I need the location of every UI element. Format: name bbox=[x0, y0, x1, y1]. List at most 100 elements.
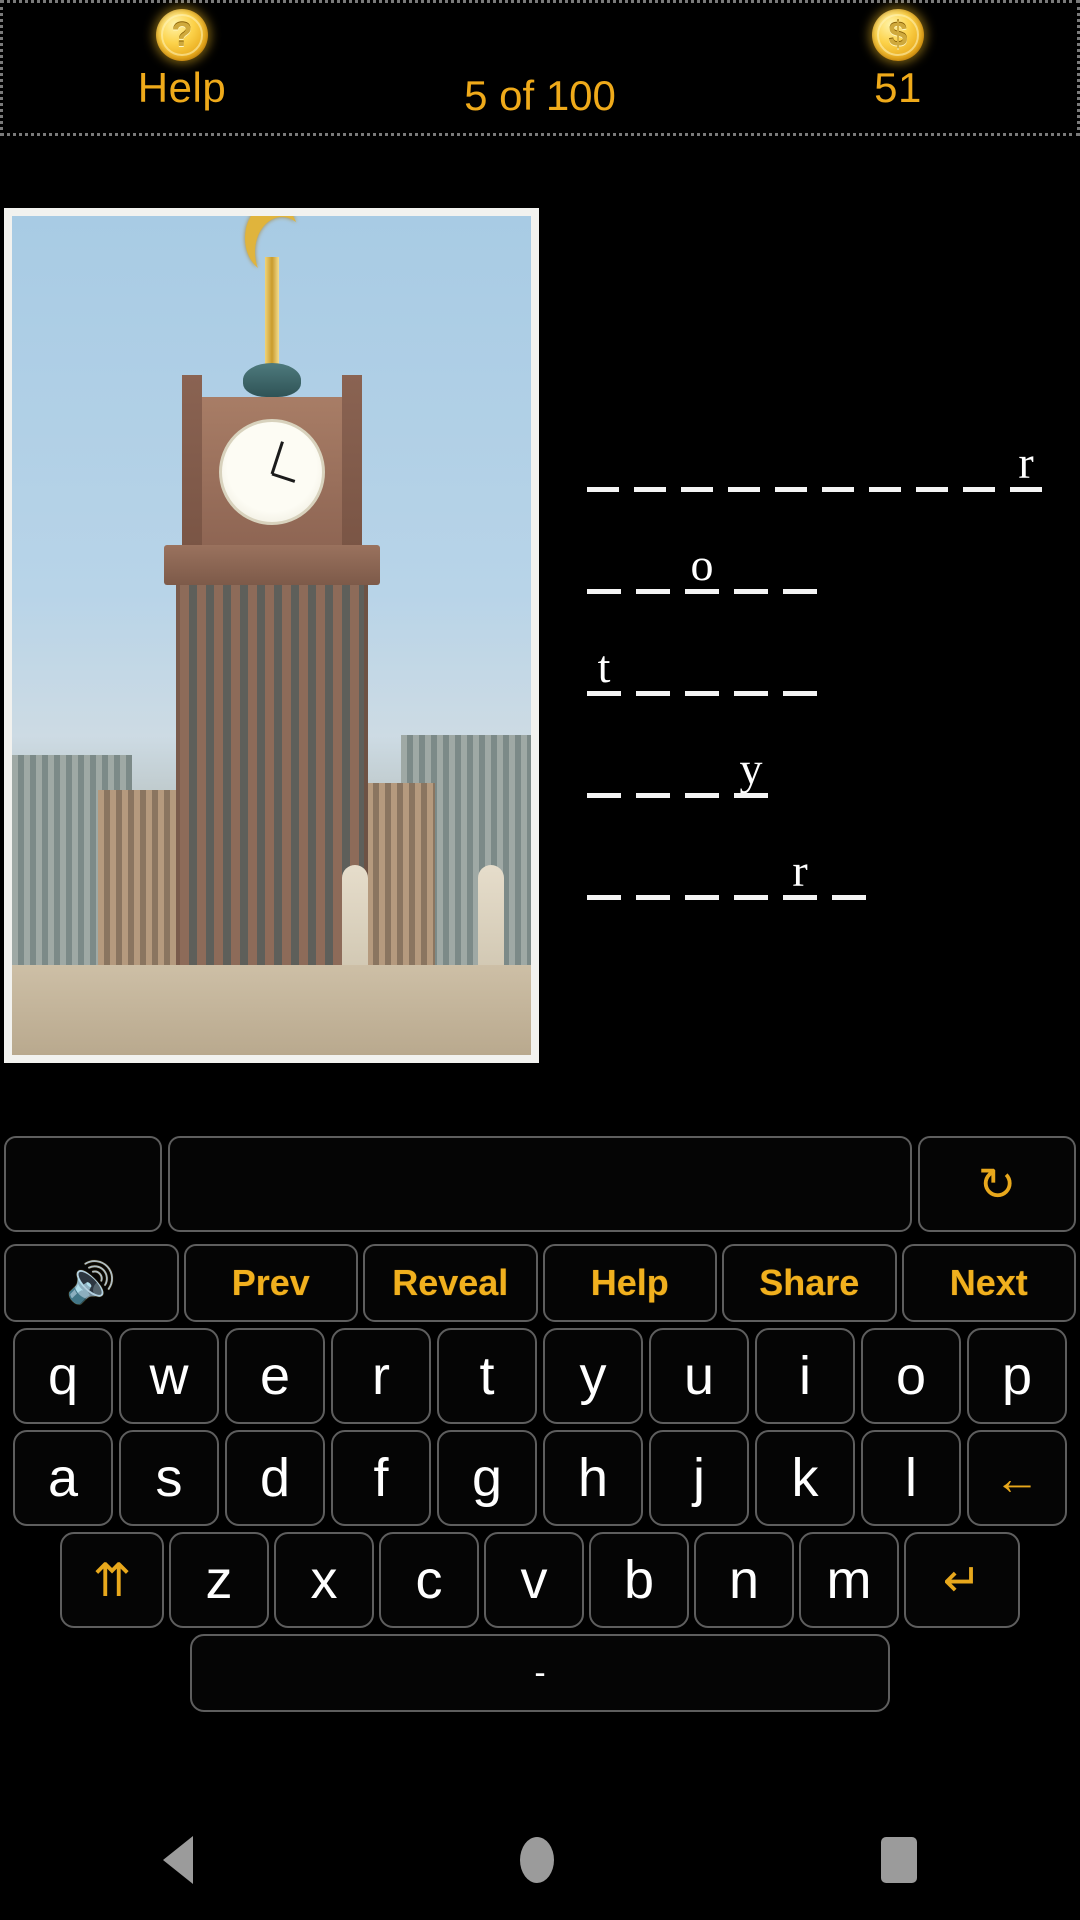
key-e[interactable]: e bbox=[225, 1328, 325, 1424]
letter-slot: r bbox=[1008, 430, 1044, 492]
puzzle-image: الله bbox=[12, 216, 531, 1055]
dollar-coin-glyph: $ bbox=[888, 16, 908, 54]
letter-slot bbox=[585, 838, 623, 900]
letter-slot bbox=[732, 634, 770, 696]
coin-balance-item[interactable]: $ 51 bbox=[719, 3, 1077, 133]
progress-text: 5 of 100 bbox=[464, 72, 616, 119]
key-n[interactable]: n bbox=[694, 1532, 794, 1628]
app-screen: ? Help 5 of 100 $ 51 r o t y r ↻ 🔊 Prev … bbox=[0, 0, 1080, 1920]
letter-slot bbox=[683, 838, 721, 900]
puzzle-image-frame[interactable]: الله bbox=[4, 208, 539, 1063]
action-button-sound[interactable]: 🔊 bbox=[4, 1244, 179, 1322]
home-icon[interactable] bbox=[519, 1837, 554, 1883]
action-button-prev[interactable]: Prev bbox=[183, 1244, 358, 1322]
key-c[interactable]: c bbox=[379, 1532, 479, 1628]
word-blanks: rotyr bbox=[585, 426, 1055, 936]
speaker-icon: 🔊 bbox=[66, 1261, 117, 1305]
key-w[interactable]: w bbox=[119, 1328, 219, 1424]
key-y[interactable]: y bbox=[543, 1328, 643, 1424]
action-button-label: Next bbox=[949, 1262, 1028, 1303]
letter-slot bbox=[683, 736, 721, 798]
letter-slot bbox=[683, 634, 721, 696]
key-i[interactable]: i bbox=[755, 1328, 855, 1424]
key-t[interactable]: t bbox=[437, 1328, 537, 1424]
key-b[interactable]: b bbox=[589, 1532, 689, 1628]
letter-slot bbox=[585, 430, 621, 492]
help-header-item[interactable]: ? Help bbox=[3, 3, 361, 133]
answer-row: ↻ bbox=[4, 1136, 1076, 1232]
backspace-icon[interactable]: ← bbox=[967, 1430, 1067, 1526]
question-coin-glyph: ? bbox=[171, 16, 193, 54]
question-coin-icon: ? bbox=[156, 9, 208, 61]
key-g[interactable]: g bbox=[437, 1430, 537, 1526]
letter-slot bbox=[732, 532, 770, 594]
action-button-next[interactable]: Next bbox=[901, 1244, 1076, 1322]
word-line: o bbox=[585, 528, 1055, 594]
letter-slot bbox=[634, 634, 672, 696]
play-area: الله rotyr bbox=[0, 136, 1080, 1106]
shift-icon[interactable]: ⇈ bbox=[60, 1532, 164, 1628]
recent-apps-icon[interactable] bbox=[880, 1837, 917, 1883]
word-line: t bbox=[585, 630, 1055, 696]
revealed-letter: t bbox=[597, 641, 611, 692]
key-space[interactable]: - bbox=[190, 1634, 890, 1712]
keyboard-row-2: a s d f g h j k l ← bbox=[0, 1430, 1080, 1526]
key-z[interactable]: z bbox=[169, 1532, 269, 1628]
refresh-icon[interactable]: ↻ bbox=[918, 1136, 1076, 1232]
key-l[interactable]: l bbox=[861, 1430, 961, 1526]
key-x[interactable]: x bbox=[274, 1532, 374, 1628]
word-line: r bbox=[585, 834, 1055, 900]
key-r[interactable]: r bbox=[331, 1328, 431, 1424]
letter-slot bbox=[773, 430, 809, 492]
action-button-share[interactable]: Share bbox=[722, 1244, 897, 1322]
letter-slot bbox=[867, 430, 903, 492]
word-line: y bbox=[585, 732, 1055, 798]
key-p[interactable]: p bbox=[967, 1328, 1067, 1424]
enter-icon[interactable]: ↵ bbox=[904, 1532, 1020, 1628]
key-k[interactable]: k bbox=[755, 1430, 855, 1526]
android-navigation-bar bbox=[0, 1800, 1080, 1920]
letter-slot: r bbox=[781, 838, 819, 900]
keyboard-row-4: - bbox=[0, 1634, 1080, 1712]
letter-slot bbox=[634, 532, 672, 594]
revealed-letter: y bbox=[739, 743, 763, 794]
revealed-letter: r bbox=[792, 845, 808, 896]
letter-slot bbox=[585, 532, 623, 594]
revealed-letter: r bbox=[1018, 437, 1034, 488]
action-button-label: Prev bbox=[231, 1262, 310, 1303]
letter-slot bbox=[914, 430, 950, 492]
action-button-row: 🔊 Prev Reveal Help Share Next bbox=[4, 1244, 1076, 1322]
keyboard-row-3: ⇈ z x c v b n m ↵ bbox=[0, 1532, 1080, 1628]
letter-slot bbox=[781, 532, 819, 594]
tower-band bbox=[163, 545, 380, 585]
action-button-reveal[interactable]: Reveal bbox=[363, 1244, 538, 1322]
tower-dome bbox=[242, 363, 301, 397]
answer-side-box[interactable] bbox=[4, 1136, 162, 1232]
letter-slot: t bbox=[585, 634, 623, 696]
letter-slot: y bbox=[732, 736, 770, 798]
keyboard-row-1: qwertyuiop bbox=[0, 1328, 1080, 1424]
key-o[interactable]: o bbox=[861, 1328, 961, 1424]
ground-plaza bbox=[12, 965, 531, 1055]
key-j[interactable]: j bbox=[649, 1430, 749, 1526]
key-d[interactable]: d bbox=[225, 1430, 325, 1526]
letter-slot bbox=[634, 838, 672, 900]
letter-slot bbox=[820, 430, 856, 492]
key-q[interactable]: q bbox=[13, 1328, 113, 1424]
letter-slot: o bbox=[683, 532, 721, 594]
letter-slot bbox=[632, 430, 668, 492]
key-m[interactable]: m bbox=[799, 1532, 899, 1628]
action-button-help[interactable]: Help bbox=[542, 1244, 717, 1322]
key-a[interactable]: a bbox=[13, 1430, 113, 1526]
progress-indicator: 5 of 100 bbox=[361, 3, 719, 133]
back-icon[interactable] bbox=[163, 1836, 194, 1884]
key-f[interactable]: f bbox=[331, 1430, 431, 1526]
answer-input[interactable] bbox=[168, 1136, 912, 1232]
key-v[interactable]: v bbox=[484, 1532, 584, 1628]
key-s[interactable]: s bbox=[119, 1430, 219, 1526]
letter-slot bbox=[781, 634, 819, 696]
key-u[interactable]: u bbox=[649, 1328, 749, 1424]
action-button-label: Help bbox=[590, 1262, 669, 1303]
key-h[interactable]: h bbox=[543, 1430, 643, 1526]
letter-slot bbox=[961, 430, 997, 492]
